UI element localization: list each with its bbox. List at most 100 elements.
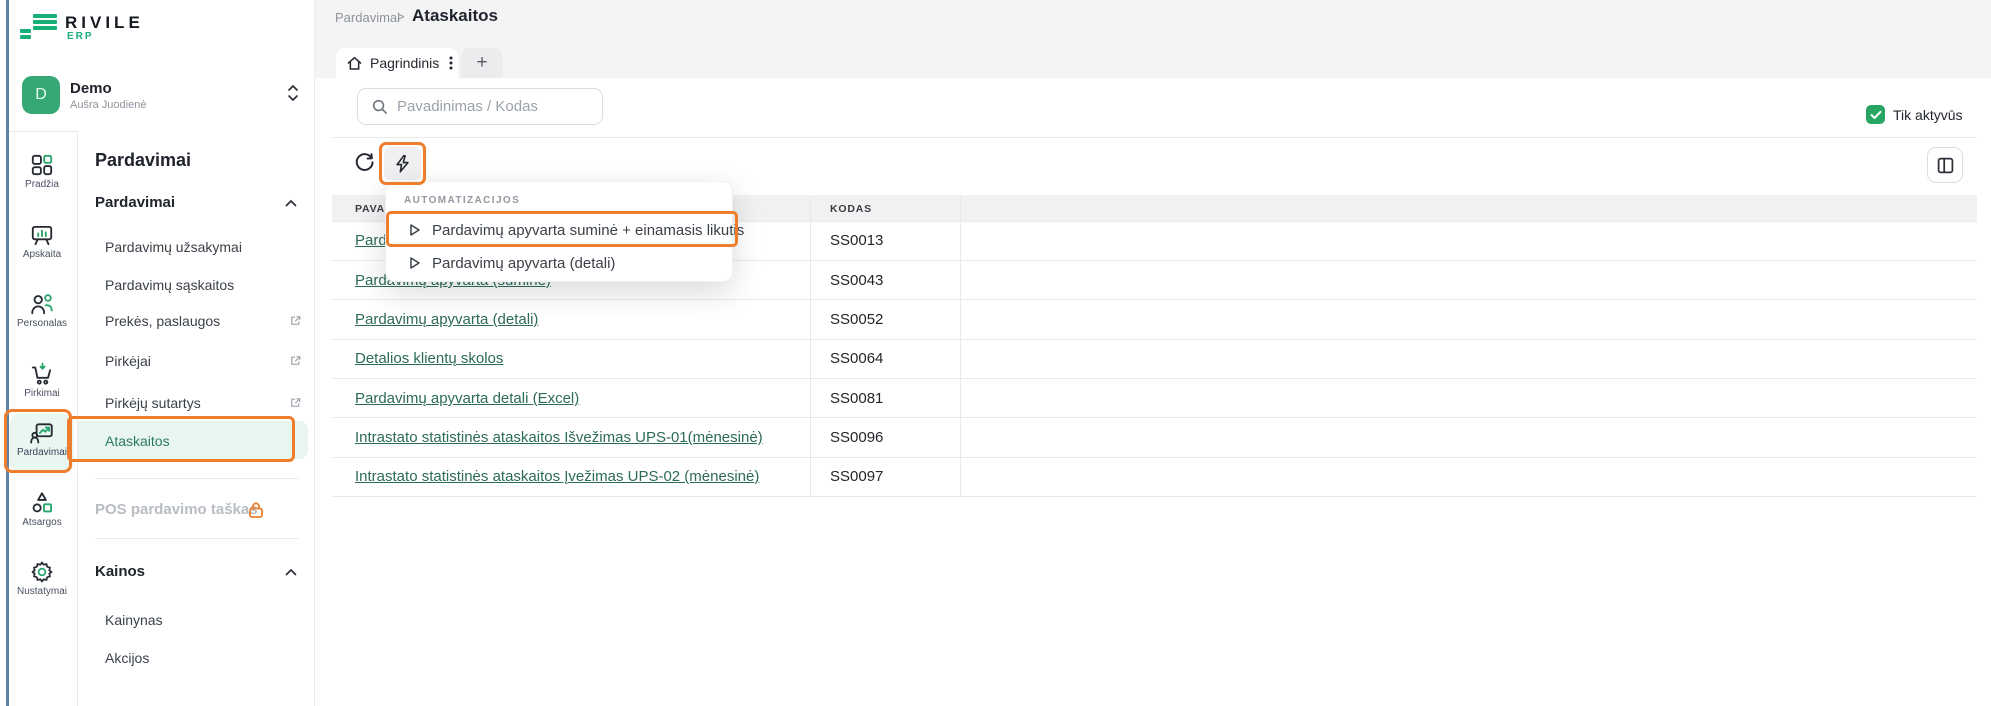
external-link-icon [289, 314, 302, 327]
sales-icon [29, 420, 55, 446]
sidebar-item-pirkejai[interactable]: Pirkėjai [105, 353, 151, 369]
report-code: SS0096 [830, 429, 883, 446]
row-divider [332, 457, 1977, 458]
menu-item-apyvarta-detali[interactable]: Pardavimų apyvarta (detali) [396, 248, 724, 278]
sidebar-item-akcijos[interactable]: Akcijos [105, 650, 149, 666]
automations-button[interactable] [384, 147, 421, 180]
cart-icon [29, 361, 55, 387]
sidebar-item-pardavimu-uzsakymai[interactable]: Pardavimų užsakymai [105, 239, 242, 255]
column-header-kodas[interactable]: KODAS [830, 203, 872, 215]
column-divider [960, 195, 961, 496]
rail-item-label: Pardavimai [10, 447, 74, 458]
tab-pagrindinis[interactable]: Pagrindinis [336, 48, 458, 78]
lightning-icon [393, 154, 412, 174]
app-window: RIVILE ERP D Demo Aušra Juodienė Pradžia… [0, 0, 1991, 706]
dropdown-header: AUTOMATIZACIJOS [404, 195, 520, 206]
rail-item-nustatymai[interactable]: Nustatymai [10, 553, 74, 611]
rail-item-label: Apskaita [10, 249, 74, 260]
rail-item-label: Pirkimai [10, 388, 74, 399]
columns-settings-button[interactable] [1927, 147, 1963, 183]
tab-kebab-icon[interactable] [445, 55, 457, 71]
only-active-label: Tik aktyvūs [1893, 107, 1963, 123]
dashboard-icon [29, 152, 55, 178]
left-panel: RIVILE ERP D Demo Aušra Juodienė Pradžia… [9, 0, 315, 706]
breadcrumb-parent[interactable]: Pardavimai [335, 10, 400, 25]
avatar: D [22, 76, 60, 114]
rail-item-label: Pradžia [10, 179, 74, 190]
sidebar-item-prekes-paslaugos[interactable]: Prekės, paslaugos [105, 313, 220, 329]
search-icon [371, 98, 388, 115]
report-code: SS0097 [830, 468, 883, 485]
row-divider [332, 299, 1977, 300]
sidebar-title: Pardavimai [95, 150, 191, 171]
external-link-icon [289, 396, 302, 409]
sidebar-item-ataskaitos[interactable]: Ataskaitos [105, 433, 170, 449]
sidebar-section-kainos[interactable]: Kainos [95, 563, 145, 580]
check-icon [1870, 110, 1882, 120]
sidebar-section-pardavimai[interactable]: Pardavimai [95, 194, 175, 211]
menu-item-label: Pardavimų apyvarta (detali) [432, 255, 615, 272]
report-code: SS0081 [830, 390, 883, 407]
rail-item-label: Nustatymai [10, 586, 74, 597]
page-title: Ataskaitos [412, 6, 498, 26]
sidebar-item-pos: POS pardavimo taškas [95, 501, 258, 518]
sidebar-item-pirkeju-sutartys[interactable]: Pirkėjų sutartys [105, 395, 201, 411]
report-code: SS0043 [830, 272, 883, 289]
sidebar-item-kainynas[interactable]: Kainynas [105, 612, 163, 628]
accounting-board-icon [29, 222, 55, 248]
menu-item-label: Pardavimų apyvarta suminė + einamasis li… [432, 222, 744, 239]
user-subtitle: Aušra Juodienė [70, 99, 146, 111]
refresh-button[interactable] [351, 149, 379, 177]
toolbar-divider [332, 137, 1977, 138]
refresh-icon [351, 149, 377, 175]
play-icon [407, 255, 422, 271]
add-tab-button[interactable]: + [461, 48, 503, 78]
rail-item-atsargos[interactable]: Atsargos [10, 484, 74, 542]
home-icon [346, 55, 363, 72]
top-strip [315, 0, 1991, 78]
rail-item-pirkimai[interactable]: Pirkimai [10, 355, 74, 413]
report-link[interactable]: Pardavimų apyvarta detali (Excel) [355, 390, 579, 407]
rail-item-apskaita[interactable]: Apskaita [10, 216, 74, 274]
inventory-shapes-icon [29, 490, 55, 516]
sidebar-item-pardavimu-saskaitos[interactable]: Pardavimų sąskaitos [105, 277, 234, 293]
icon-rail: Pradžia Apskaita Personalas Pirkimai [9, 132, 78, 706]
row-divider [332, 339, 1977, 340]
report-code: SS0013 [830, 232, 883, 249]
row-divider [332, 417, 1977, 418]
brand-name: RIVILE [65, 13, 144, 33]
row-divider [332, 378, 1977, 379]
external-link-icon [289, 354, 302, 367]
report-link[interactable]: Pardavimų apyvarta (detali) [355, 311, 538, 328]
brand-subtitle: ERP [67, 31, 94, 42]
account-switcher-icon[interactable] [285, 82, 301, 104]
report-link[interactable]: Detalios klientų skolos [355, 350, 503, 367]
row-divider [332, 496, 1977, 497]
search-box[interactable] [357, 88, 603, 125]
only-active-checkbox[interactable] [1866, 105, 1885, 124]
rail-item-pradzia[interactable]: Pradžia [10, 146, 74, 204]
report-code: SS0052 [830, 311, 883, 328]
report-link[interactable]: Intrastato statistinės ataskaitos Įvežim… [355, 468, 759, 485]
sidebar-divider [95, 478, 299, 479]
menu-item-apyvarta-sumine[interactable]: Pardavimų apyvarta suminė + einamasis li… [396, 215, 724, 245]
gear-icon [29, 559, 55, 585]
sidebar-divider [95, 538, 299, 539]
breadcrumb-separator: > [397, 9, 405, 24]
rail-item-label: Personalas [10, 318, 74, 329]
chevron-up-icon[interactable] [284, 567, 298, 577]
rail-item-label: Atsargos [10, 517, 74, 528]
rivile-logo-icon [20, 12, 60, 42]
user-name: Demo [70, 80, 112, 97]
columns-icon [1936, 156, 1955, 175]
report-code: SS0064 [830, 350, 883, 367]
play-icon [407, 222, 422, 238]
search-input[interactable] [397, 98, 587, 115]
rail-item-pardavimai[interactable]: Pardavimai [10, 414, 74, 472]
report-link[interactable]: Intrastato statistinės ataskaitos Išveži… [355, 429, 763, 446]
people-icon [29, 291, 55, 317]
rail-item-personalas[interactable]: Personalas [10, 285, 74, 343]
tab-label: Pagrindinis [370, 55, 439, 71]
automations-dropdown: AUTOMATIZACIJOS Pardavimų apyvarta sumin… [385, 181, 733, 282]
chevron-up-icon[interactable] [284, 198, 298, 208]
